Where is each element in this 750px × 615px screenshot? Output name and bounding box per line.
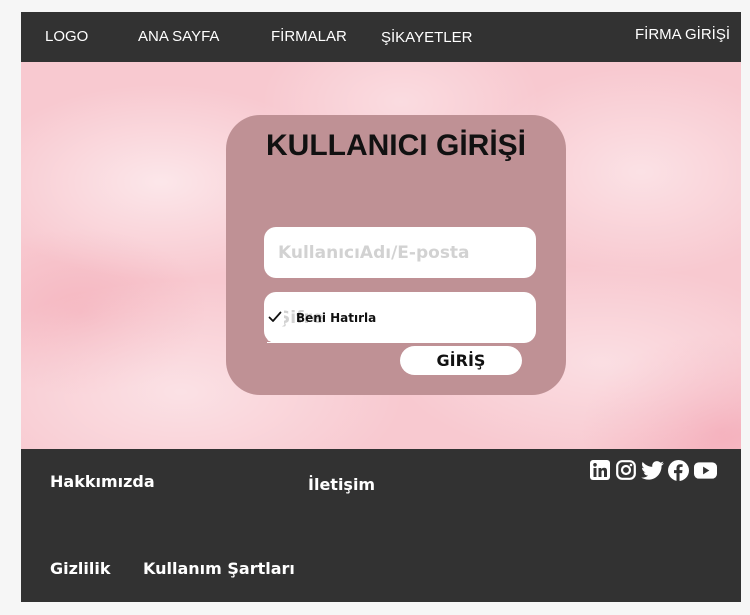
checkmark-icon — [268, 311, 282, 322]
youtube-icon[interactable] — [694, 462, 717, 479]
facebook-icon[interactable] — [668, 460, 689, 481]
footer-link-privacy[interactable]: Gizlilik — [50, 559, 111, 578]
nav-link-complaints[interactable]: ŞİKAYETLER — [381, 29, 472, 46]
login-card: KULLANICI GİRİŞİ Beni Hatırla Üye değil … — [226, 115, 566, 395]
footer-link-terms[interactable]: Kullanım Şartları — [143, 559, 295, 578]
footer: Hakkımızda İletişim Gizlilik Kullanım Şa… — [21, 449, 741, 602]
nav-link-companies[interactable]: FİRMALAR — [271, 28, 347, 45]
nav-link-home[interactable]: ANA SAYFA — [138, 28, 219, 45]
top-navbar: LOGO ANA SAYFA FİRMALAR ŞİKAYETLER FİRMA… — [21, 12, 741, 62]
footer-link-about[interactable]: Hakkımızda — [50, 472, 155, 491]
logo[interactable]: LOGO — [45, 28, 88, 45]
instagram-icon[interactable] — [616, 460, 636, 480]
hero-background: KULLANICI GİRİŞİ Beni Hatırla Üye değil … — [21, 62, 741, 449]
login-button[interactable]: GİRİŞ — [400, 346, 522, 375]
remember-me-label: Beni Hatırla — [296, 311, 377, 325]
linkedin-icon[interactable] — [590, 460, 610, 480]
footer-link-contact[interactable]: İletişim — [308, 475, 375, 494]
username-input[interactable] — [264, 227, 536, 278]
twitter-icon[interactable] — [641, 461, 664, 480]
nav-link-company-login[interactable]: FİRMA GİRİŞİ — [635, 26, 730, 43]
login-title: KULLANICI GİRİŞİ — [266, 129, 526, 162]
remember-me-checkbox[interactable] — [266, 308, 284, 326]
page-frame: LOGO ANA SAYFA FİRMALAR ŞİKAYETLER FİRMA… — [21, 12, 741, 602]
signup-link[interactable]: Üye değil misiniz? Şimdi üye olun. — [267, 336, 373, 343]
